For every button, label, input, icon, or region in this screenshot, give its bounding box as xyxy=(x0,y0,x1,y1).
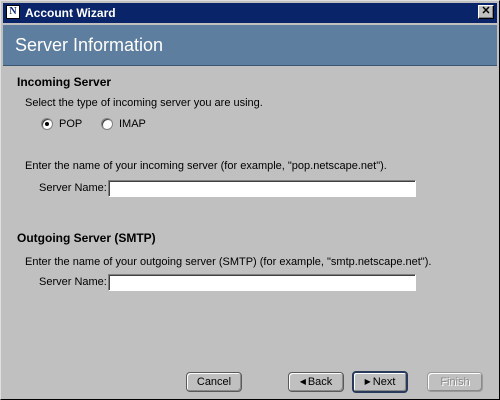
pop-radio[interactable]: POP xyxy=(41,118,82,130)
outgoing-server-heading: Outgoing Server (SMTP) xyxy=(17,231,156,245)
cancel-button-label: Cancel xyxy=(196,376,232,388)
cancel-button[interactable]: Cancel xyxy=(186,372,242,392)
netscape-app-icon: N xyxy=(6,5,20,19)
page-header: Server Information xyxy=(3,25,497,66)
back-button-label: Back xyxy=(307,376,333,388)
incoming-server-name-label: Server Name: xyxy=(39,182,107,194)
next-arrow-icon: ▶ xyxy=(364,377,371,386)
finish-button-label: Finish xyxy=(440,376,470,388)
outgoing-server-name-input[interactable] xyxy=(108,274,416,291)
close-icon: ✕ xyxy=(481,5,491,17)
outgoing-server-hint: Enter the name of your outgoing server (… xyxy=(25,256,432,268)
imap-radio[interactable]: IMAP xyxy=(101,118,146,130)
outgoing-server-name-label: Server Name: xyxy=(39,276,107,288)
page-title: Server Information xyxy=(15,35,164,55)
incoming-server-instruction: Select the type of incoming server you a… xyxy=(25,97,263,109)
title-bar: N Account Wizard ✕ xyxy=(3,3,497,23)
next-button[interactable]: ▶ Next xyxy=(352,371,408,393)
finish-button[interactable]: Finish xyxy=(427,372,483,392)
close-button[interactable]: ✕ xyxy=(478,5,494,19)
back-arrow-icon: ◀ xyxy=(299,377,306,386)
window-title: Account Wizard xyxy=(25,6,116,20)
incoming-server-name-input[interactable] xyxy=(108,180,416,197)
incoming-server-hint: Enter the name of your incoming server (… xyxy=(25,160,387,172)
radio-selected-icon xyxy=(41,118,53,130)
account-wizard-window: N Account Wizard ✕ Server Information In… xyxy=(0,0,500,400)
back-button[interactable]: ◀ Back xyxy=(288,372,344,392)
radio-unselected-icon xyxy=(101,118,113,130)
next-button-label: Next xyxy=(372,376,396,388)
imap-radio-label: IMAP xyxy=(119,118,146,130)
pop-radio-label: POP xyxy=(59,118,83,130)
incoming-server-heading: Incoming Server xyxy=(17,75,112,89)
